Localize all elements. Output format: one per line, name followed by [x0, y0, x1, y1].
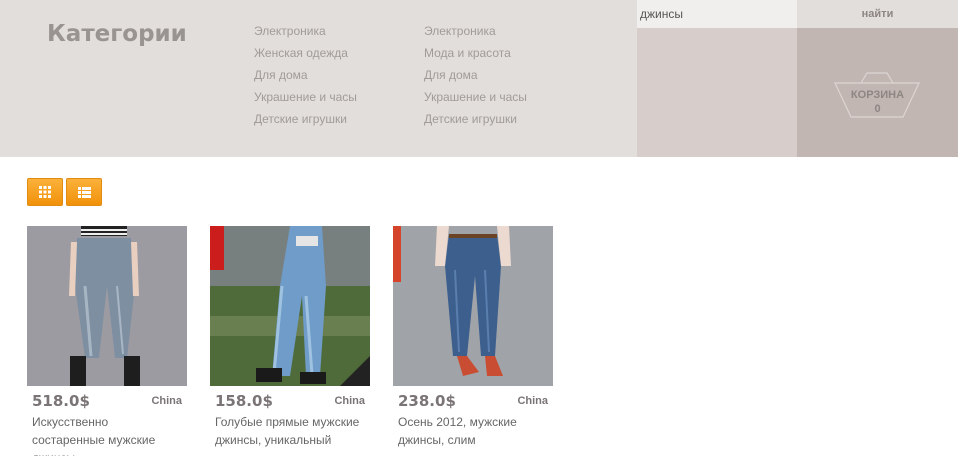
- product-card[interactable]: 158.0$ China Голубые прямые мужские джин…: [210, 226, 370, 456]
- list-icon: [77, 186, 91, 198]
- categories-title: Категории: [47, 21, 187, 47]
- grid-view-button[interactable]: [27, 178, 63, 206]
- category-link[interactable]: Мода и красота: [424, 42, 527, 64]
- categories-column-2: Электроника Мода и красота Для дома Укра…: [424, 20, 527, 130]
- product-card[interactable]: 238.0$ China Осень 2012, мужские джинсы,…: [393, 226, 553, 456]
- product-price: 518.0$: [32, 392, 90, 410]
- cart-button[interactable]: КОРЗИНА 0: [797, 28, 958, 157]
- product-origin: China: [334, 395, 365, 407]
- product-price: 238.0$: [398, 392, 456, 410]
- header: Категории Электроника Женская одежда Для…: [0, 0, 958, 157]
- product-image[interactable]: [393, 226, 553, 386]
- category-link[interactable]: Украшение и часы: [424, 86, 527, 108]
- category-link[interactable]: Украшение и часы: [254, 86, 357, 108]
- product-image[interactable]: [210, 226, 370, 386]
- search-button[interactable]: найти: [797, 0, 958, 28]
- category-link[interactable]: Женская одежда: [254, 42, 357, 64]
- category-link[interactable]: Детские игрушки: [424, 108, 527, 130]
- product-origin: China: [151, 395, 182, 407]
- product-title-link[interactable]: Голубые прямые мужские джинсы, уникальны…: [215, 413, 365, 449]
- cart-label: КОРЗИНА: [850, 89, 905, 101]
- category-link[interactable]: Электроника: [424, 20, 527, 42]
- cart-count: 0: [874, 103, 881, 115]
- search-input[interactable]: [637, 0, 797, 28]
- list-view-button[interactable]: [66, 178, 102, 206]
- product-price: 158.0$: [215, 392, 273, 410]
- category-link[interactable]: Детские игрушки: [254, 108, 357, 130]
- category-link[interactable]: Для дома: [424, 64, 527, 86]
- category-link[interactable]: Для дома: [254, 64, 357, 86]
- product-origin: China: [517, 395, 548, 407]
- grid-icon: [39, 186, 51, 198]
- product-title-link[interactable]: Осень 2012, мужские джинсы, слим: [398, 413, 548, 449]
- categories-column-1: Электроника Женская одежда Для дома Укра…: [254, 20, 357, 130]
- product-image[interactable]: [27, 226, 187, 386]
- category-link[interactable]: Электроника: [254, 20, 357, 42]
- product-title-link[interactable]: Искусственно состаренные мужские джинсы: [32, 413, 182, 456]
- product-card[interactable]: 518.0$ China Искусственно состаренные му…: [27, 226, 187, 456]
